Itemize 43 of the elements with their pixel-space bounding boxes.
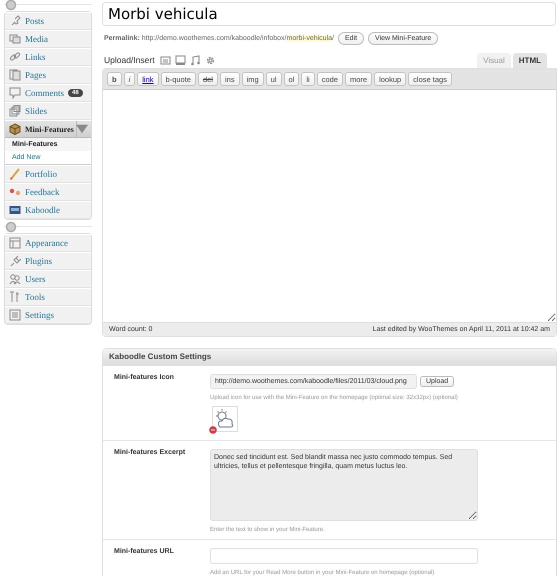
plug-icon — [9, 255, 21, 267]
caret-down-icon — [76, 123, 88, 135]
menu-item[interactable]: Kaboodle — [5, 201, 91, 219]
upload-insert-label: Upload/Insert — [104, 55, 155, 65]
menu-item[interactable]: Pages — [5, 66, 91, 84]
music-note-icon[interactable] — [190, 54, 201, 66]
gear-icon[interactable] — [204, 54, 216, 66]
menu-item[interactable]: Appearance — [5, 234, 91, 252]
box-icon — [9, 123, 21, 135]
users-icon — [9, 273, 21, 285]
image-icon[interactable] — [160, 54, 171, 66]
menu-item[interactable]: Links — [5, 48, 91, 66]
layout-icon — [9, 237, 21, 249]
menu-item[interactable]: Feedback — [5, 183, 91, 201]
menu-item[interactable]: Mini-Features — [5, 120, 91, 138]
expand-toggle[interactable] — [76, 121, 91, 137]
photos-icon — [9, 33, 21, 45]
menu-item[interactable]: Tools — [5, 288, 91, 306]
remove-icon[interactable] — [209, 426, 217, 434]
speech-bubble-icon — [9, 87, 21, 99]
chain-icon — [9, 51, 21, 63]
panel-title: Kaboodle Custom Settings — [103, 349, 556, 366]
collapse-handle-icon — [5, 0, 17, 11]
editor-tab[interactable]: HTML — [512, 53, 547, 68]
menu-item[interactable]: Users — [5, 270, 91, 288]
brush-icon — [9, 168, 21, 180]
collapse-handle-icon — [5, 221, 17, 233]
menu-item[interactable]: Settings — [5, 306, 91, 324]
video-icon[interactable] — [174, 54, 186, 66]
menu-item[interactable]: Portfolio — [5, 165, 91, 183]
feedback-icon — [9, 186, 21, 198]
slides-icon — [9, 105, 21, 117]
cloud-sun-icon — [212, 406, 238, 432]
url-field[interactable] — [210, 548, 478, 564]
tools-icon — [9, 291, 21, 303]
window-icon — [9, 204, 21, 216]
menu-item[interactable]: Posts — [5, 12, 91, 30]
pin-icon — [9, 15, 21, 27]
pages-icon — [9, 69, 21, 81]
settings-icon — [9, 309, 21, 321]
menu-item[interactable]: Media — [5, 30, 91, 48]
menu-item[interactable]: Plugins — [5, 252, 91, 270]
title-field[interactable]: Morbi vehicula — [102, 2, 556, 26]
